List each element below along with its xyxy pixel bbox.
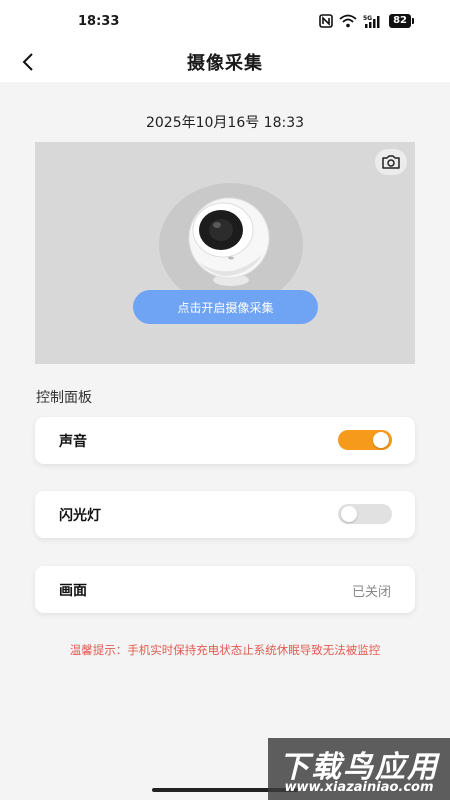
sound-label: 声音 xyxy=(59,434,87,450)
status-time: 18:33 xyxy=(78,14,120,29)
picture-status: 已关闭 xyxy=(351,585,391,600)
start-capture-button[interactable]: 点击开启摄像采集 xyxy=(133,290,318,324)
camera-preview[interactable]: 点击开启摄像采集 xyxy=(35,142,415,364)
capture-timestamp: 2025年10月16号 18:33 xyxy=(145,115,305,131)
sound-control-card: 声音 xyxy=(35,417,415,464)
status-bar: 18:33 5G 82 xyxy=(0,0,450,44)
battery-icon: 82 xyxy=(389,14,414,28)
picture-control-card[interactable]: 画面 已关闭 xyxy=(35,566,415,613)
svg-text:5G: 5G xyxy=(363,15,372,22)
camera-icon xyxy=(382,155,400,169)
battery-level: 82 xyxy=(389,14,411,28)
snapshot-button[interactable] xyxy=(375,149,407,175)
nfc-icon xyxy=(319,14,333,28)
control-panel-title: 控制面板 xyxy=(36,390,92,406)
warning-hint: 温馨提示：手机实时保持充电状态止系统休眠导致无法被监控 xyxy=(69,643,381,657)
page-title: 摄像采集 xyxy=(187,53,263,74)
sound-toggle[interactable] xyxy=(338,430,392,450)
signal-5g-icon: 5G xyxy=(363,14,383,28)
camera-device-illustration xyxy=(188,197,270,286)
nav-bar: 摄像采集 xyxy=(0,44,450,82)
status-icons: 5G 82 xyxy=(319,14,414,28)
picture-label: 画面 xyxy=(59,583,87,599)
flashlight-toggle[interactable] xyxy=(338,504,392,524)
flashlight-control-card: 闪光灯 xyxy=(35,491,415,538)
wifi-icon xyxy=(339,14,357,28)
flashlight-label: 闪光灯 xyxy=(59,508,101,524)
watermark-logo: 下载鸟应用 www.xiazainiao.com xyxy=(268,738,450,800)
watermark-url: www.xiazainiao.com xyxy=(284,780,434,795)
